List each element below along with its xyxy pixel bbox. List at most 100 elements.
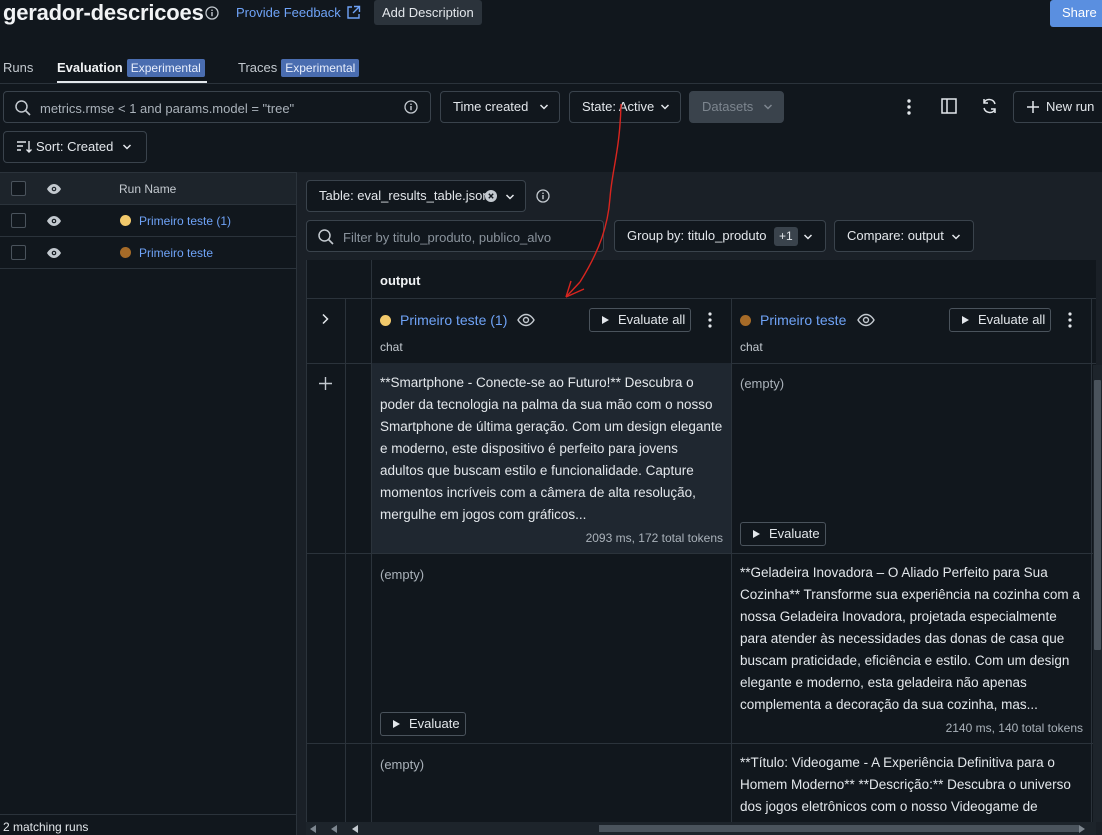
column-run-name[interactable]: Primeiro teste — [760, 312, 846, 328]
search-icon — [317, 228, 335, 246]
more-options-icon[interactable] — [901, 97, 917, 117]
run-color-dot[interactable] — [120, 247, 131, 258]
run-name-link[interactable]: Primeiro teste (1) — [139, 214, 231, 228]
scrollbar-thumb[interactable] — [1094, 380, 1101, 650]
chevron-down-icon — [951, 232, 961, 242]
more-options-icon[interactable] — [1064, 311, 1076, 329]
grid-line — [307, 553, 1096, 554]
evaluate-label: Evaluate — [409, 716, 460, 731]
run-name-link[interactable]: Primeiro teste — [139, 246, 213, 260]
eye-icon[interactable] — [46, 247, 62, 259]
sort-dropdown[interactable]: Sort: Created — [3, 131, 147, 163]
side-panel-icon[interactable] — [941, 97, 957, 115]
grid-line — [307, 743, 1096, 744]
column-subtitle: chat — [740, 340, 763, 354]
scroll-left-icon[interactable] — [310, 825, 317, 833]
clear-icon[interactable] — [485, 190, 497, 202]
run-color-dot[interactable] — [120, 215, 131, 226]
run-color-dot — [740, 315, 751, 326]
chevron-down-icon — [539, 102, 549, 112]
evaluate-label: Evaluate — [769, 526, 820, 541]
runs-search-box[interactable] — [3, 91, 431, 123]
group-by-label: Group by: titulo_produto — [627, 228, 767, 243]
experimental-badge: Experimental — [281, 59, 360, 77]
evaluate-all-button[interactable]: Evaluate all — [949, 308, 1051, 332]
refresh-icon[interactable] — [981, 97, 998, 115]
external-link-icon[interactable] — [346, 5, 361, 20]
scrollbar-thumb[interactable] — [599, 825, 1079, 832]
eval-filter-box[interactable] — [306, 220, 604, 252]
tab-runs[interactable]: Runs — [3, 60, 33, 75]
row-checkbox[interactable] — [11, 213, 26, 228]
empty-cell-text: (empty) — [740, 376, 785, 391]
eye-icon[interactable] — [46, 215, 62, 227]
add-row-icon[interactable] — [318, 376, 333, 391]
new-run-button[interactable]: New run — [1013, 91, 1102, 123]
matching-runs-count: 2 matching runs — [3, 820, 89, 834]
sort-icon — [16, 140, 32, 154]
chevron-down-icon — [803, 232, 813, 242]
evaluate-all-button[interactable]: Evaluate all — [589, 308, 691, 332]
time-created-dropdown[interactable]: Time created — [440, 91, 560, 123]
output-cell-text[interactable]: **Geladeira Inovadora – O Aliado Perfeit… — [740, 562, 1084, 716]
eye-icon[interactable] — [517, 313, 535, 327]
chevron-down-icon — [763, 102, 773, 112]
scroll-left-icon[interactable] — [352, 825, 359, 833]
tab-evaluation-label: Evaluation — [57, 60, 123, 75]
runs-search-input[interactable] — [40, 98, 400, 118]
vertical-scrollbar[interactable] — [1093, 365, 1102, 822]
new-run-label: New run — [1046, 99, 1095, 114]
eye-icon[interactable] — [46, 183, 62, 195]
compare-label: Compare: output — [847, 228, 944, 243]
datasets-dropdown[interactable]: Datasets — [689, 91, 784, 123]
info-icon[interactable] — [205, 6, 219, 20]
runs-table-header: Run Name — [0, 172, 296, 205]
more-options-icon[interactable] — [704, 311, 716, 329]
column-run-name[interactable]: Primeiro teste (1) — [400, 312, 507, 328]
evaluate-button[interactable]: Evaluate — [380, 712, 466, 736]
chevron-down-icon — [122, 142, 132, 152]
search-icon — [14, 99, 32, 117]
chevron-right-icon[interactable] — [320, 313, 330, 325]
scroll-right-icon[interactable] — [1078, 825, 1085, 833]
run-name-header[interactable]: Run Name — [119, 182, 176, 196]
group-by-dropdown[interactable]: Group by: titulo_produto +1 — [614, 220, 826, 252]
add-description-button[interactable]: Add Description — [374, 0, 482, 25]
info-icon[interactable] — [536, 189, 550, 203]
table-row[interactable]: Primeiro teste (1) — [0, 205, 296, 237]
page-title: gerador-descricoes — [3, 0, 204, 25]
run-color-dot — [380, 315, 391, 326]
row-checkbox[interactable] — [11, 245, 26, 260]
chevron-down-icon — [660, 102, 670, 112]
select-all-checkbox[interactable] — [11, 181, 26, 196]
play-icon — [752, 529, 761, 539]
output-cell-text[interactable]: **Título: Videogame - A Experiência Defi… — [740, 752, 1084, 818]
tabs-divider — [0, 83, 1102, 84]
table-row[interactable]: Primeiro teste — [0, 237, 296, 269]
play-icon — [601, 315, 610, 325]
state-dropdown[interactable]: State: Active — [569, 91, 681, 123]
tab-evaluation[interactable]: Evaluation Experimental — [57, 59, 205, 77]
horizontal-scrollbar[interactable] — [306, 822, 1096, 835]
share-button[interactable]: Share — [1050, 0, 1102, 27]
tab-traces[interactable]: Traces Experimental — [238, 59, 360, 77]
group-by-count-badge: +1 — [774, 227, 798, 246]
evaluation-grid: output Primeiro teste (1) Evaluate all c… — [306, 260, 1096, 822]
divider — [0, 814, 296, 815]
evaluate-all-label: Evaluate all — [978, 312, 1046, 327]
scroll-left-icon[interactable] — [331, 825, 338, 833]
cell-metadata: 2140 ms, 140 total tokens — [945, 721, 1083, 735]
eye-icon[interactable] — [857, 313, 875, 327]
eval-filter-input[interactable] — [343, 227, 598, 247]
state-label: State: Active — [582, 99, 655, 114]
evaluate-button[interactable]: Evaluate — [740, 522, 826, 546]
compare-dropdown[interactable]: Compare: output — [834, 220, 974, 252]
empty-cell-text: (empty) — [380, 757, 425, 772]
info-icon[interactable] — [404, 100, 418, 114]
provide-feedback-link[interactable]: Provide Feedback — [236, 5, 341, 20]
evaluate-all-label: Evaluate all — [618, 312, 686, 327]
empty-cell-text: (empty) — [380, 567, 425, 582]
table-select-dropdown[interactable]: Table: eval_results_table.json — [306, 180, 526, 212]
grid-line — [307, 298, 1096, 299]
output-cell-text[interactable]: **Smartphone - Conecte-se ao Futuro!** D… — [380, 372, 724, 526]
